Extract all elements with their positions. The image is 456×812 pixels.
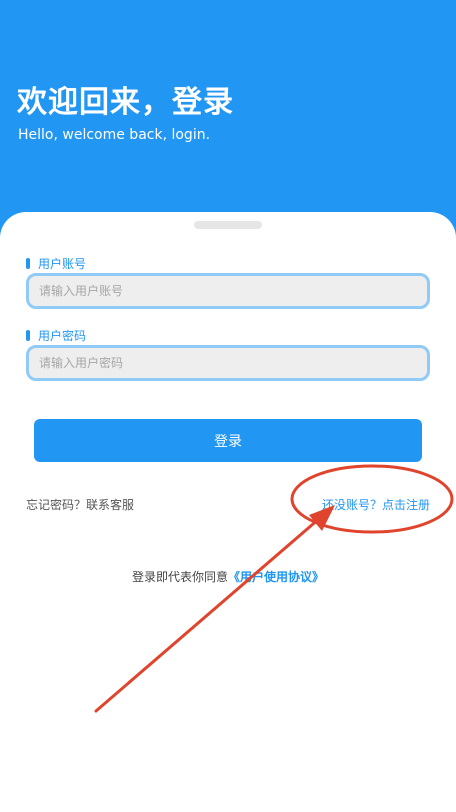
password-input[interactable]	[26, 345, 430, 381]
username-label-text: 用户账号	[38, 256, 87, 271]
user-agreement-link[interactable]: 《用户使用协议》	[228, 570, 324, 584]
login-card: 用户账号 用户密码 登录 忘记密码？联系客服 还没账号？点击注册 登录即代表你同…	[0, 212, 456, 812]
agreement-prefix: 登录即代表你同意	[131, 570, 228, 584]
agreement-notice: 登录即代表你同意《用户使用协议》	[0, 568, 456, 585]
password-label: 用户密码	[26, 327, 86, 343]
login-page: 欢迎回来，登录 Hello, welcome back, login. 用户账号…	[0, 0, 456, 812]
drag-handle[interactable]	[194, 221, 262, 229]
password-label-text: 用户密码	[38, 328, 87, 343]
login-button[interactable]: 登录	[34, 419, 422, 462]
page-subtitle: Hello, welcome back, login.	[18, 127, 211, 143]
page-title: 欢迎回来，登录	[17, 85, 234, 120]
label-marker-icon	[26, 257, 30, 269]
forgot-password-link[interactable]: 忘记密码？联系客服	[26, 496, 134, 513]
username-input[interactable]	[26, 273, 430, 309]
label-marker-icon	[26, 329, 30, 341]
register-link[interactable]: 还没账号？点击注册	[322, 496, 430, 513]
username-label: 用户账号	[26, 255, 86, 271]
